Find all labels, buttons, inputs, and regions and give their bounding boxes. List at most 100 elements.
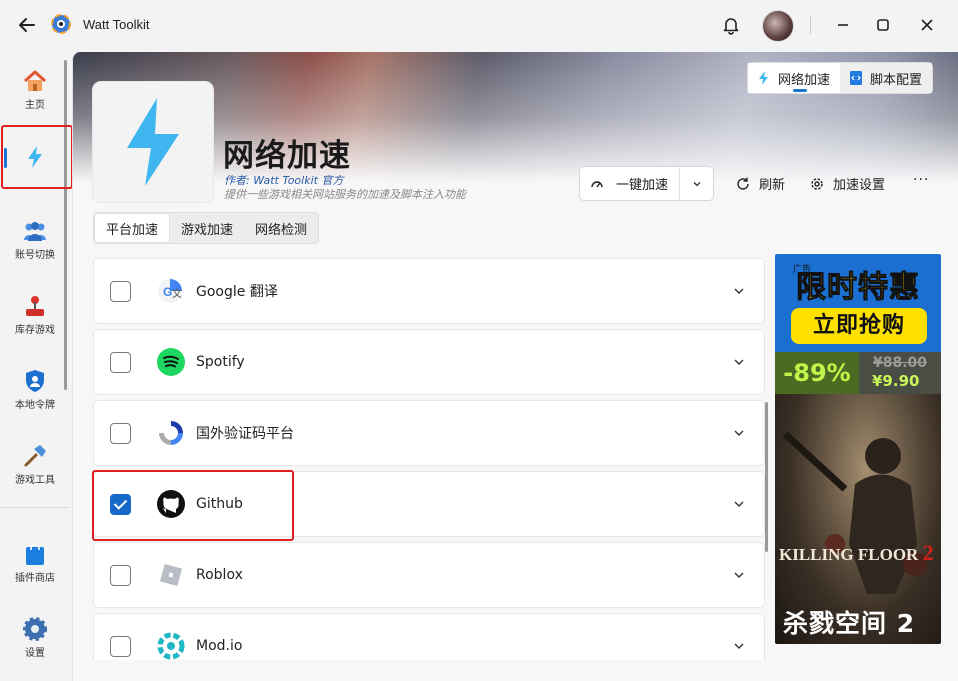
seg-tab-label: 网络加速 (778, 72, 831, 88)
sidebar-item-account-switch[interactable]: 账号切换 (0, 208, 70, 268)
avatar[interactable] (762, 10, 794, 42)
tab-platform-accel[interactable]: 平台加速 (94, 213, 171, 243)
service-checkbox[interactable] (110, 564, 131, 586)
sidebar-item-local-token[interactable]: 本地令牌 (0, 358, 70, 418)
sidebar-item-label: 主页 (25, 100, 45, 111)
promo-game-title-cn: 杀戮空间 2 (783, 609, 916, 638)
chevron-down-icon[interactable] (732, 639, 746, 653)
promo-headline: 限时特惠 (796, 270, 920, 306)
svg-text:文: 文 (172, 287, 182, 300)
service-checkbox[interactable] (110, 280, 131, 302)
seg-tab-script-config[interactable]: 脚本配置 (840, 63, 933, 93)
chevron-down-icon[interactable] (732, 355, 746, 369)
google-translate-icon: G文 (158, 279, 182, 303)
sidebar-item-game-library[interactable]: 库存游戏 (0, 283, 70, 343)
hammer-icon (24, 445, 46, 467)
more-options-button[interactable]: ··· (913, 172, 929, 188)
list-scrollbar[interactable] (765, 402, 768, 552)
app-logo-icon (51, 14, 71, 34)
minimize-icon (838, 24, 848, 26)
promo-game-art: KILLING FLOOR 2 杀戮空间 2 (775, 394, 941, 644)
lightning-icon (759, 71, 768, 85)
gear-icon (23, 617, 47, 641)
service-checkbox[interactable] (110, 422, 131, 444)
lightning-icon (127, 98, 179, 186)
service-name: Roblox (196, 567, 243, 583)
sidebar-item-label: 本地令牌 (15, 400, 55, 411)
users-icon (24, 222, 46, 241)
list-item[interactable]: Spotify (93, 329, 765, 395)
seg-active-indicator (793, 89, 807, 92)
titlebar-divider (810, 16, 811, 34)
promo-discount: -89% (775, 352, 859, 394)
service-checkbox[interactable] (110, 351, 131, 373)
plugin-icon (93, 82, 213, 202)
seg-tab-network-accel[interactable]: 网络加速 (748, 63, 841, 93)
accel-tabs: 平台加速 游戏加速 网络检测 (93, 212, 320, 244)
one-click-accel-button[interactable]: 一键加速 (580, 167, 680, 200)
script-file-icon (850, 71, 863, 85)
sidebar-item-label: 设置 (25, 648, 45, 659)
refresh-label: 刷新 (759, 178, 786, 193)
service-name: Spotify (196, 354, 245, 370)
one-click-accel-split-button: 一键加速 (579, 166, 714, 201)
shield-icon (26, 370, 44, 392)
joystick-icon (26, 296, 44, 316)
sidebar-item-label: 游戏工具 (15, 475, 55, 486)
maximize-icon (877, 19, 889, 31)
sidebar-divider (0, 507, 70, 508)
seg-tab-label: 脚本配置 (870, 72, 923, 88)
list-item[interactable]: 国外验证码平台 (93, 400, 765, 466)
refresh-icon (737, 177, 749, 190)
accel-settings-button[interactable]: 加速设置 (809, 174, 885, 193)
modio-icon (157, 632, 185, 660)
sidebar-item-label: 库存游戏 (15, 325, 55, 336)
one-click-accel-label: 一键加速 (616, 178, 669, 193)
service-name: 国外验证码平台 (196, 426, 294, 442)
chevron-down-icon[interactable] (732, 568, 746, 582)
list-item[interactable]: G文 Google 翻译 (93, 258, 765, 324)
list-item[interactable]: Mod.io (93, 613, 765, 660)
bell-icon (723, 18, 739, 35)
maximize-button[interactable] (872, 14, 894, 36)
back-button[interactable] (16, 14, 38, 36)
chevron-down-icon[interactable] (732, 426, 746, 440)
chevron-down-icon[interactable] (732, 284, 746, 298)
chevron-down-icon (693, 181, 700, 186)
sidebar: 主页 账号切换 库存游戏 本地令牌 游戏工具 插件商店 设置 (0, 52, 73, 681)
close-icon (921, 19, 933, 31)
svg-text:G: G (163, 285, 172, 299)
tab-network-check[interactable]: 网络检测 (244, 213, 318, 243)
gear-icon (811, 177, 823, 190)
shopping-bag-icon (26, 543, 44, 565)
minimize-button[interactable] (832, 14, 854, 36)
promo-buy-button[interactable]: 立即抢购 (791, 308, 927, 344)
promo-banner[interactable]: 广告 限时特惠 立即抢购 -89% ¥88.00 ¥9.90 KILLING F… (775, 254, 941, 644)
chevron-down-icon[interactable] (732, 497, 746, 511)
list-item[interactable]: Roblox (93, 542, 765, 608)
refresh-button[interactable]: 刷新 (735, 174, 785, 193)
promo-new-price: ¥9.90 (872, 372, 920, 390)
roblox-icon (159, 563, 183, 587)
service-checkbox[interactable] (110, 635, 131, 657)
notifications-button[interactable] (720, 14, 742, 36)
sidebar-item-plugin-store[interactable]: 插件商店 (0, 531, 70, 591)
sidebar-item-game-tools[interactable]: 游戏工具 (0, 433, 70, 493)
promo-top: 广告 限时特惠 立即抢购 (775, 254, 941, 352)
accel-settings-label: 加速设置 (833, 178, 886, 193)
arrow-left-icon (19, 18, 35, 32)
page-title: 网络加速 (223, 138, 351, 174)
view-switch: 网络加速 脚本配置 (747, 62, 934, 94)
description-text: 提供一些游戏相关网站服务的加速及脚本注入功能 (224, 188, 466, 201)
close-button[interactable] (916, 14, 938, 36)
annotation-highlight-sidebar (1, 125, 73, 189)
sidebar-item-home[interactable]: 主页 (0, 58, 70, 118)
promo-game-title-number: 2 (922, 540, 934, 565)
sidebar-item-label: 插件商店 (15, 573, 55, 584)
sidebar-item-settings[interactable]: 设置 (0, 606, 70, 666)
tab-game-accel[interactable]: 游戏加速 (170, 213, 244, 243)
main-panel: 网络加速 脚本配置 网络加速 作者: Watt Toolkit 官方 提供一些游… (72, 52, 958, 681)
promo-price-bar: -89% ¥88.00 ¥9.90 (775, 352, 941, 394)
one-click-accel-dropdown[interactable] (680, 167, 713, 200)
service-name: Google 翻译 (196, 284, 278, 300)
